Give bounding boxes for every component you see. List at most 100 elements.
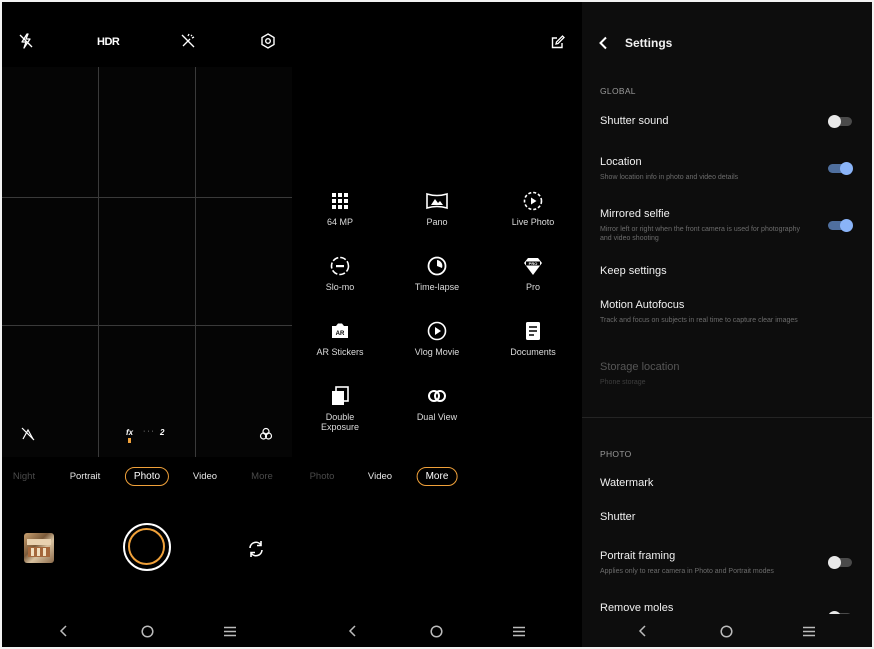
mode-video[interactable]: Video [193, 471, 217, 482]
zoom-dots: · · · [143, 428, 154, 435]
camera-panel: HDR fx · · · 2 Night Portrait Photo Vide… [2, 2, 292, 647]
page-title: Settings [625, 36, 673, 50]
gallery-thumbnail[interactable] [24, 533, 54, 563]
section-header-photo: PHOTO [600, 449, 632, 459]
beauty-effects-icon[interactable] [259, 427, 273, 441]
mode-more[interactable]: More [251, 471, 273, 482]
tile-label: Documents [510, 347, 556, 357]
tile-vlog-movie[interactable]: Vlog Movie [397, 320, 477, 357]
setting-location[interactable]: Location [600, 156, 642, 168]
filter-fx-button[interactable]: fx [126, 428, 133, 437]
tile-live-photo[interactable]: Live Photo [493, 190, 573, 227]
mode-video[interactable]: Video [368, 471, 392, 482]
tile-time-lapse[interactable]: Time-lapse [397, 255, 477, 292]
nav-menu-icon[interactable] [223, 626, 237, 637]
grid-line [98, 67, 99, 457]
toggle-knob [840, 162, 853, 175]
document-icon [522, 320, 544, 342]
tile-64mp[interactable]: 64 MP [300, 190, 380, 227]
dual-view-icon [426, 385, 448, 407]
nav-back-icon[interactable] [348, 625, 358, 637]
mode-portrait[interactable]: Portrait [70, 471, 101, 482]
system-nav-bar [2, 614, 292, 647]
setting-mirrored-selfie[interactable]: Mirrored selfie [600, 208, 670, 220]
tile-slo-mo[interactable]: Slo-mo [300, 255, 380, 292]
setting-location-desc: Show location info in photo and video de… [600, 174, 739, 181]
nav-menu-icon[interactable] [512, 626, 526, 637]
setting-mirrored-selfie-desc: Mirror left or right when the front came… [600, 226, 800, 242]
tile-label: Pro [525, 282, 540, 292]
setting-storage-location-desc: Phone storage [600, 379, 646, 386]
hdr-toggle[interactable]: HDR [97, 36, 120, 48]
nav-menu-icon[interactable] [802, 626, 816, 637]
nav-back-icon[interactable] [638, 625, 648, 637]
tile-label: Time-lapse [414, 282, 460, 292]
setting-shutter-sound[interactable]: Shutter sound [600, 115, 669, 127]
settings-panel: Settings GLOBAL Shutter sound Location S… [582, 2, 872, 647]
mode-night[interactable]: Night [13, 471, 35, 482]
grid-64mp-icon [329, 190, 351, 212]
slow-motion-icon [329, 255, 351, 277]
svg-text:AR: AR [336, 331, 345, 337]
tile-label: Double Exposure [320, 412, 360, 432]
switch-camera-icon[interactable] [246, 539, 266, 559]
viewfinder[interactable] [2, 67, 292, 457]
section-divider [582, 417, 872, 418]
portrait-framing-toggle[interactable] [828, 556, 854, 569]
setting-keep-settings[interactable]: Keep settings [600, 265, 667, 277]
grid-line [2, 197, 292, 198]
toggle-knob [828, 115, 841, 128]
double-exposure-icon [329, 385, 351, 407]
tile-label: Pano [426, 217, 448, 227]
tile-ar-stickers[interactable]: AR AR Stickers [300, 320, 380, 357]
time-lapse-icon [426, 255, 448, 277]
setting-motion-autofocus[interactable]: Motion Autofocus [600, 299, 684, 311]
tile-double-exposure[interactable]: Double Exposure [300, 385, 380, 432]
tile-label: 64 MP [326, 217, 353, 227]
tile-label: AR Stickers [316, 347, 364, 357]
mode-photo[interactable]: Photo [124, 467, 170, 486]
setting-portrait-framing[interactable]: Portrait framing [600, 550, 675, 562]
ai-scene-off-icon[interactable] [180, 33, 196, 49]
live-photo-icon [522, 190, 544, 212]
nav-home-icon[interactable] [720, 625, 733, 638]
setting-storage-location[interactable]: Storage location [600, 361, 680, 373]
tile-pro[interactable]: PRO Pro [493, 255, 573, 292]
tile-dual-view[interactable]: Dual View [397, 385, 477, 422]
filter-indicator [128, 438, 131, 443]
shutter-sound-toggle[interactable] [828, 115, 854, 128]
back-arrow-icon[interactable] [598, 36, 608, 50]
toggle-knob [840, 219, 853, 232]
location-toggle[interactable] [828, 162, 854, 175]
grid-line [195, 67, 196, 457]
zoom-2x-button[interactable]: 2 [160, 428, 164, 437]
mirrored-selfie-toggle[interactable] [828, 219, 854, 232]
more-modes-panel: 64 MP Pano Live Photo Slo-mo Time-lapse … [292, 2, 582, 647]
system-nav-bar [292, 614, 582, 647]
setting-shutter[interactable]: Shutter [600, 511, 635, 523]
tile-documents[interactable]: Documents [493, 320, 573, 357]
settings-gear-icon[interactable] [260, 33, 276, 49]
shutter-ring [128, 528, 165, 565]
setting-remove-moles[interactable]: Remove moles [600, 602, 673, 614]
nav-back-icon[interactable] [59, 625, 69, 637]
setting-portrait-framing-desc: Applies only to rear camera in Photo and… [600, 568, 774, 575]
tile-label: Vlog Movie [414, 347, 460, 357]
setting-motion-autofocus-desc: Track and focus on subjects in real time… [600, 317, 798, 324]
flash-off-icon[interactable] [19, 33, 33, 49]
nav-home-icon[interactable] [430, 625, 443, 638]
ar-stickers-icon: AR [329, 320, 351, 342]
edit-icon[interactable] [551, 35, 565, 49]
setting-watermark[interactable]: Watermark [600, 477, 653, 489]
ai-off-icon[interactable] [21, 427, 35, 441]
nav-home-icon[interactable] [141, 625, 154, 638]
tile-label: Slo-mo [325, 282, 355, 292]
mode-more[interactable]: More [416, 467, 458, 486]
panorama-icon [426, 190, 448, 212]
toggle-knob [828, 556, 841, 569]
mode-photo[interactable]: Photo [310, 471, 335, 482]
screenshot-root: HDR fx · · · 2 Night Portrait Photo Vide… [0, 0, 874, 649]
shutter-button[interactable] [123, 523, 171, 571]
tile-pano[interactable]: Pano [397, 190, 477, 227]
pro-diamond-icon: PRO [522, 255, 544, 277]
